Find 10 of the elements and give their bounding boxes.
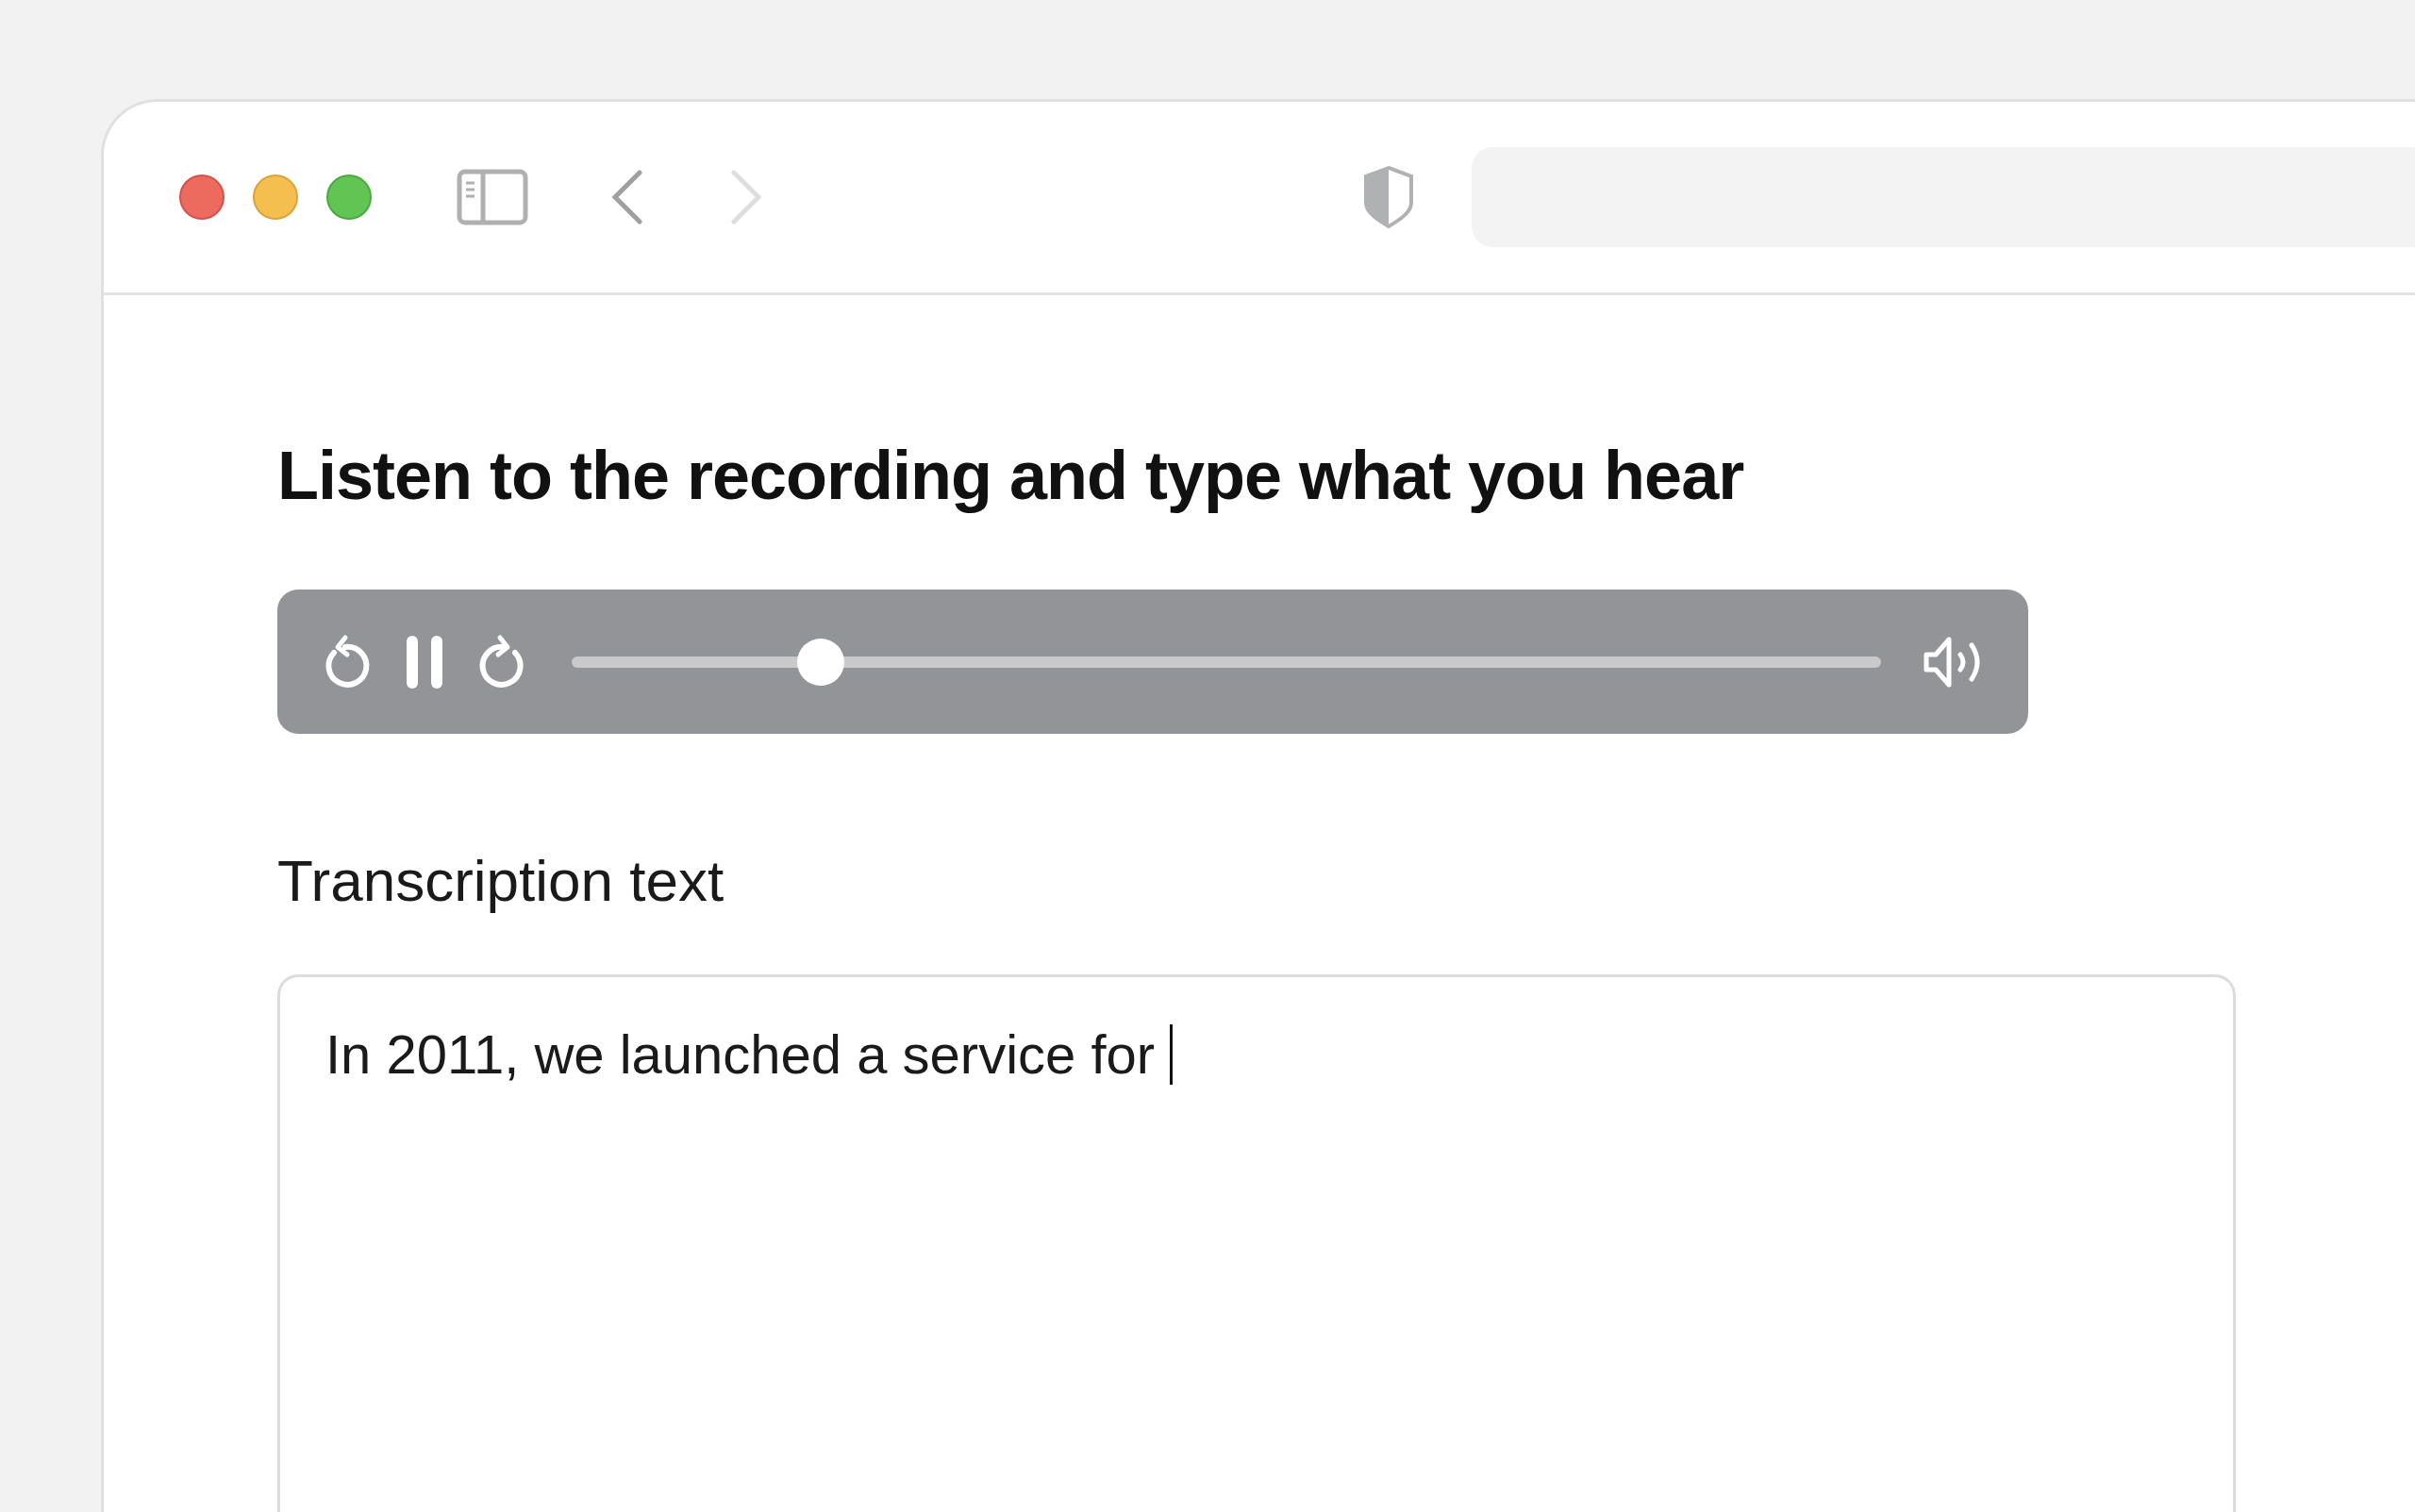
progress-slider[interactable] xyxy=(572,638,1881,686)
back-icon[interactable] xyxy=(611,170,643,224)
sidebar-icon[interactable] xyxy=(457,169,528,225)
close-window-button[interactable] xyxy=(179,174,225,220)
zoom-window-button[interactable] xyxy=(326,174,372,220)
shield-icon[interactable] xyxy=(1362,165,1415,229)
transcription-field[interactable]: In 2011, we launched a service for xyxy=(277,974,2236,1512)
page-heading: Listen to the recording and type what you hear xyxy=(277,437,1745,514)
field-label: Transcription text xyxy=(277,847,725,914)
minimize-window-button[interactable] xyxy=(253,174,298,220)
